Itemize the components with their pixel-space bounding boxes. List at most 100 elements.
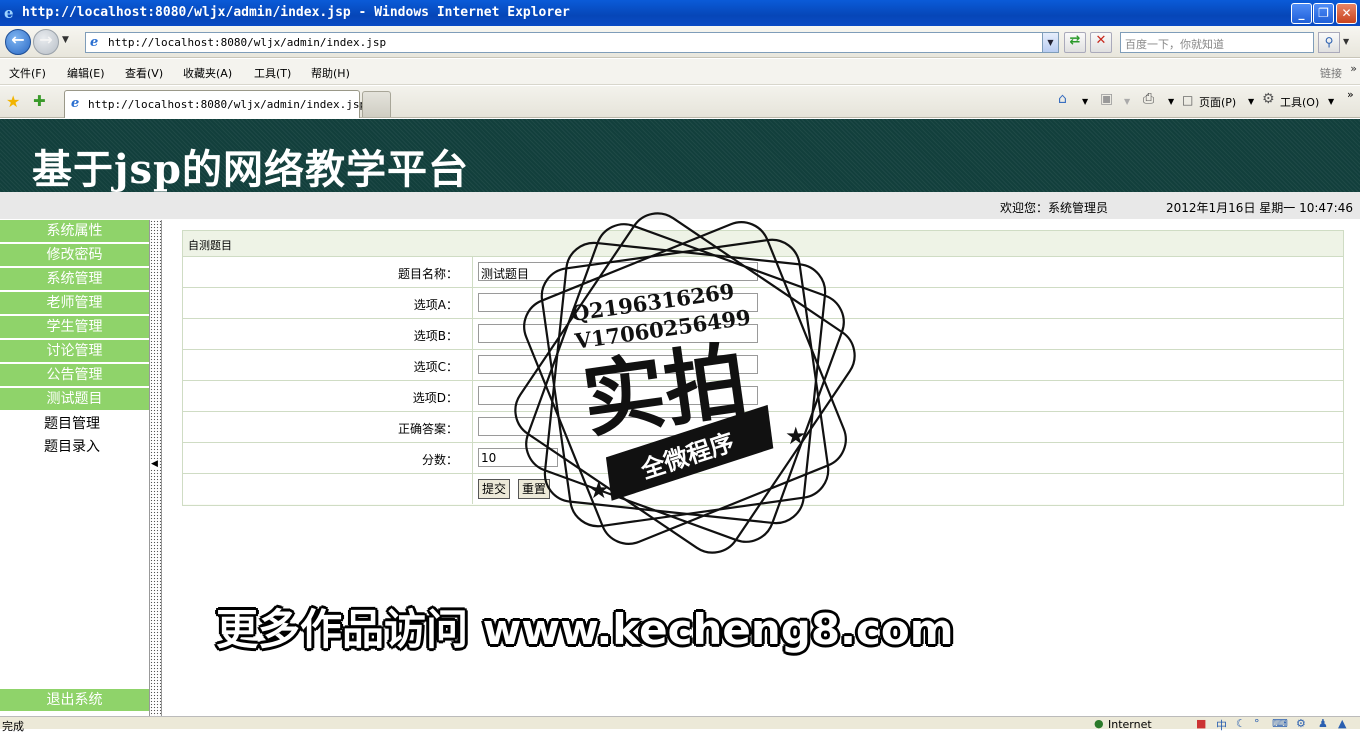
- sidebar: 系统属性 修改密码 系统管理 老师管理 学生管理 讨论管理 公告管理 测试题目 …: [0, 220, 149, 716]
- sidebar-item-system-properties[interactable]: 系统属性: [0, 220, 149, 242]
- tray-moon-icon[interactable]: ☾: [1236, 717, 1246, 730]
- tray-user-icon[interactable]: ♟: [1318, 717, 1328, 730]
- menu-view[interactable]: 查看(V): [125, 65, 163, 81]
- tab-current[interactable]: e http://localhost:8080/wljx/admin/index…: [64, 90, 366, 118]
- forward-button[interactable]: →: [33, 29, 59, 55]
- status-text: 完成: [2, 720, 24, 733]
- links-label[interactable]: 链接: [1320, 65, 1342, 81]
- home-icon[interactable]: ⌂: [1058, 91, 1067, 107]
- option-a-field[interactable]: [478, 293, 758, 312]
- address-dropdown-icon[interactable]: ▼: [1042, 33, 1058, 52]
- close-window-button[interactable]: ✕: [1336, 3, 1357, 24]
- search-icon[interactable]: ⚲: [1318, 32, 1340, 53]
- tools-dropdown-icon[interactable]: ▼: [1328, 97, 1334, 106]
- form-row-option-a: 选项A：: [183, 288, 1343, 319]
- favorites-star-icon[interactable]: ★: [6, 92, 20, 111]
- tray-settings-icon[interactable]: ⚙: [1296, 717, 1306, 730]
- links-more-icon[interactable]: »: [1350, 62, 1357, 75]
- datetime-text: 2012年1月16日 星期一 10:47:46: [1166, 201, 1353, 215]
- address-toolbar: ← → ▼ e http://localhost:8080/wljx/admin…: [0, 26, 1360, 58]
- tab-label: http://localhost:8080/wljx/admin/index.j…: [88, 98, 367, 111]
- command-more-icon[interactable]: »: [1347, 88, 1354, 101]
- tray-app-icon[interactable]: ■: [1196, 717, 1206, 730]
- sidebar-item-teacher-management[interactable]: 老师管理: [0, 292, 149, 314]
- menu-bar: 文件(F) 编辑(E) 查看(V) 收藏夹(A) 工具(T) 帮助(H) 链接 …: [0, 59, 1360, 85]
- form-row-option-b: 选项B：: [183, 319, 1343, 350]
- page-menu-icon[interactable]: □: [1182, 93, 1193, 107]
- promo-watermark: 更多作品访问 www.kecheng8.com: [216, 605, 954, 654]
- submit-button[interactable]: 提交: [478, 479, 511, 499]
- form-row-option-d: 选项D：: [183, 381, 1343, 412]
- site-banner: 基于jsp的网络教学平台: [0, 119, 1360, 193]
- menu-file[interactable]: 文件(F): [9, 65, 46, 81]
- menu-help[interactable]: 帮助(H): [311, 65, 350, 81]
- sidebar-item-test-questions[interactable]: 测试题目: [0, 388, 149, 410]
- home-dropdown-icon[interactable]: ▼: [1082, 97, 1088, 106]
- tray-dot-icon[interactable]: °: [1254, 717, 1260, 730]
- print-icon[interactable]: ⎙: [1143, 91, 1154, 107]
- maximize-button[interactable]: ❐: [1313, 3, 1334, 24]
- option-b-field[interactable]: [478, 324, 758, 343]
- title-field[interactable]: 测试题目: [478, 262, 758, 281]
- window-title: http://localhost:8080/wljx/admin/index.j…: [22, 5, 570, 20]
- sidebar-item-notice-management[interactable]: 公告管理: [0, 364, 149, 386]
- add-favorite-icon[interactable]: ✚: [33, 92, 46, 110]
- menu-edit[interactable]: 编辑(E): [67, 65, 105, 81]
- tray-extra-icon[interactable]: ▲: [1338, 717, 1346, 730]
- answer-field[interactable]: [478, 417, 758, 436]
- sidebar-item-discussion-management[interactable]: 讨论管理: [0, 340, 149, 362]
- page-icon: e: [90, 35, 99, 50]
- tray-keyboard-icon[interactable]: ⌨: [1272, 717, 1288, 730]
- form-row-option-c: 选项C：: [183, 350, 1343, 381]
- form-row-buttons: 提交 重置: [183, 474, 1343, 505]
- option-c-label: 选项C：: [183, 350, 473, 380]
- option-b-label: 选项B：: [183, 319, 473, 349]
- search-input[interactable]: 百度一下，你就知道: [1120, 32, 1314, 53]
- score-label: 分数：: [183, 443, 473, 473]
- reset-button[interactable]: 重置: [518, 479, 551, 499]
- sidebar-item-change-password[interactable]: 修改密码: [0, 244, 149, 266]
- minimize-button[interactable]: _: [1291, 3, 1312, 24]
- sidebar-item-system-management[interactable]: 系统管理: [0, 268, 149, 290]
- info-bar: 欢迎您：系统管理员 2012年1月16日 星期一 10:47:46: [0, 192, 1360, 219]
- question-form: 自测题目 题目名称： 测试题目 选项A： 选项B： 选项C： 选项D： 正确答案…: [182, 230, 1344, 506]
- zone-text: Internet: [1108, 718, 1152, 731]
- form-row-score: 分数： 10: [183, 443, 1343, 474]
- title-label: 题目名称：: [183, 257, 473, 287]
- stop-button[interactable]: ✕: [1090, 32, 1112, 53]
- collapse-arrow-icon[interactable]: ◀: [151, 459, 158, 469]
- option-d-label: 选项D：: [183, 381, 473, 411]
- sidebar-item-student-management[interactable]: 学生管理: [0, 316, 149, 338]
- address-url: http://localhost:8080/wljx/admin/index.j…: [108, 36, 387, 49]
- form-row-answer: 正确答案：: [183, 412, 1343, 443]
- sidebar-subitem-question-management[interactable]: 题目管理: [44, 413, 100, 433]
- page-menu[interactable]: 页面(P): [1199, 94, 1236, 110]
- search-dropdown-icon[interactable]: ▼: [1343, 37, 1349, 46]
- refresh-button[interactable]: ⇄: [1064, 32, 1086, 53]
- site-title: 基于jsp的网络教学平台: [32, 146, 469, 193]
- option-a-label: 选项A：: [183, 288, 473, 318]
- option-c-field[interactable]: [478, 355, 758, 374]
- tools-menu[interactable]: 工具(O): [1280, 94, 1319, 110]
- score-field[interactable]: 10: [478, 448, 558, 467]
- tray-ime-icon[interactable]: 中: [1216, 717, 1227, 733]
- page-dropdown-icon[interactable]: ▼: [1248, 97, 1254, 106]
- print-dropdown-icon[interactable]: ▼: [1168, 97, 1174, 106]
- logout-button[interactable]: 退出系统: [0, 689, 149, 711]
- gear-icon[interactable]: ⚙: [1262, 91, 1275, 107]
- history-dropdown-icon[interactable]: ▼: [62, 35, 69, 45]
- form-header: 自测题目: [183, 231, 1343, 257]
- back-button[interactable]: ←: [5, 29, 31, 55]
- welcome-text: 欢迎您：系统管理员: [1000, 201, 1109, 215]
- buttons-label-cell: [183, 474, 473, 504]
- feeds-dropdown-icon[interactable]: ▼: [1124, 97, 1130, 106]
- menu-tools[interactable]: 工具(T): [254, 65, 291, 81]
- address-field[interactable]: e http://localhost:8080/wljx/admin/index…: [85, 32, 1059, 53]
- new-tab-button[interactable]: [362, 91, 391, 117]
- feeds-icon[interactable]: ▣: [1100, 91, 1113, 107]
- tab-page-icon: e: [71, 96, 80, 111]
- option-d-field[interactable]: [478, 386, 758, 405]
- menu-favorites[interactable]: 收藏夹(A): [183, 65, 232, 81]
- window-titlebar: e http://localhost:8080/wljx/admin/index…: [0, 0, 1360, 26]
- sidebar-subitem-question-entry[interactable]: 题目录入: [44, 436, 100, 456]
